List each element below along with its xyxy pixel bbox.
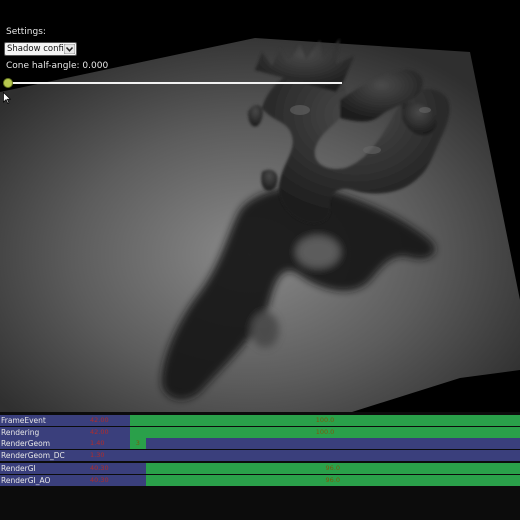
profiler-panel: FrameEvent 42.00 100.0 Rendering 42.00 100.0 R… bbox=[0, 412, 520, 520]
settings-title: Settings: bbox=[6, 27, 46, 37]
profiler-row-label: FrameEvent bbox=[1, 416, 46, 425]
profiler-bar: 100.0 bbox=[130, 427, 520, 438]
profiler-row-label: RenderGI bbox=[1, 464, 36, 473]
profiler-row-time: 1.30 bbox=[90, 451, 105, 459]
profiler-row-time: 42.00 bbox=[90, 428, 109, 436]
profiler-row-label: RenderGI_AO bbox=[1, 476, 51, 485]
profiler-bar-percent: 3 bbox=[135, 439, 140, 447]
cone-angle-slider-track[interactable] bbox=[8, 82, 342, 84]
profiler-row-name: Rendering 42.00 bbox=[0, 427, 130, 438]
profiler-row-name: RenderGeom_DC 1.30 bbox=[0, 450, 130, 461]
profiler-row-time: 1.40 bbox=[90, 439, 105, 447]
profiler-row-name: FrameEvent 42.00 bbox=[0, 415, 130, 426]
profiler-row-name: RenderGI_AO 40.30 bbox=[0, 475, 130, 486]
cone-angle-label: Cone half-angle: 0.000 bbox=[6, 61, 109, 71]
profiler-bar: 96.0 bbox=[145, 463, 520, 474]
shadow-config-select[interactable]: Shadow config bbox=[4, 42, 77, 56]
profiler-bar-track bbox=[130, 438, 520, 449]
cone-angle-slider-handle[interactable] bbox=[3, 78, 13, 88]
render-viewport[interactable]: Settings: Shadow config Cone half-angle:… bbox=[0, 0, 520, 412]
shadow-config-value: Shadow config bbox=[7, 44, 70, 54]
chevron-down-icon bbox=[64, 44, 75, 54]
profiler-row: RenderGeom 1.40 3 bbox=[0, 438, 520, 450]
profiler-row-label: Rendering bbox=[1, 428, 40, 437]
profiler-row: RenderGeom_DC 1.30 bbox=[0, 450, 520, 462]
profiler-bar: 3 bbox=[130, 438, 146, 449]
profiler-row-time: 40.30 bbox=[90, 476, 109, 484]
profiler-row: FrameEvent 42.00 100.0 bbox=[0, 415, 520, 427]
mouse-cursor-icon bbox=[3, 92, 11, 104]
profiler-bar-percent: 100.0 bbox=[315, 428, 335, 436]
profiler-row-name: RenderGeom 1.40 bbox=[0, 438, 130, 449]
profiler-row-name: RenderGI 40.30 bbox=[0, 463, 130, 474]
profiler-row-label: RenderGeom bbox=[1, 439, 51, 448]
profiler-row: RenderGI 40.30 96.0 bbox=[0, 463, 520, 475]
profiler-bar-track bbox=[130, 450, 520, 461]
profiler-bar-percent: 96.0 bbox=[325, 464, 341, 472]
profiler-bar: 100.0 bbox=[130, 415, 520, 426]
profiler-row-time: 42.00 bbox=[90, 416, 109, 424]
profiler-bar: 96.0 bbox=[145, 475, 520, 486]
profiler-bar-percent: 96.0 bbox=[325, 476, 341, 484]
profiler-row-time: 40.30 bbox=[90, 464, 109, 472]
profiler-row: RenderGI_AO 40.30 96.0 bbox=[0, 475, 520, 487]
profiler-row-label: RenderGeom_DC bbox=[1, 451, 65, 460]
profiler-bar-percent: 100.0 bbox=[315, 416, 335, 424]
